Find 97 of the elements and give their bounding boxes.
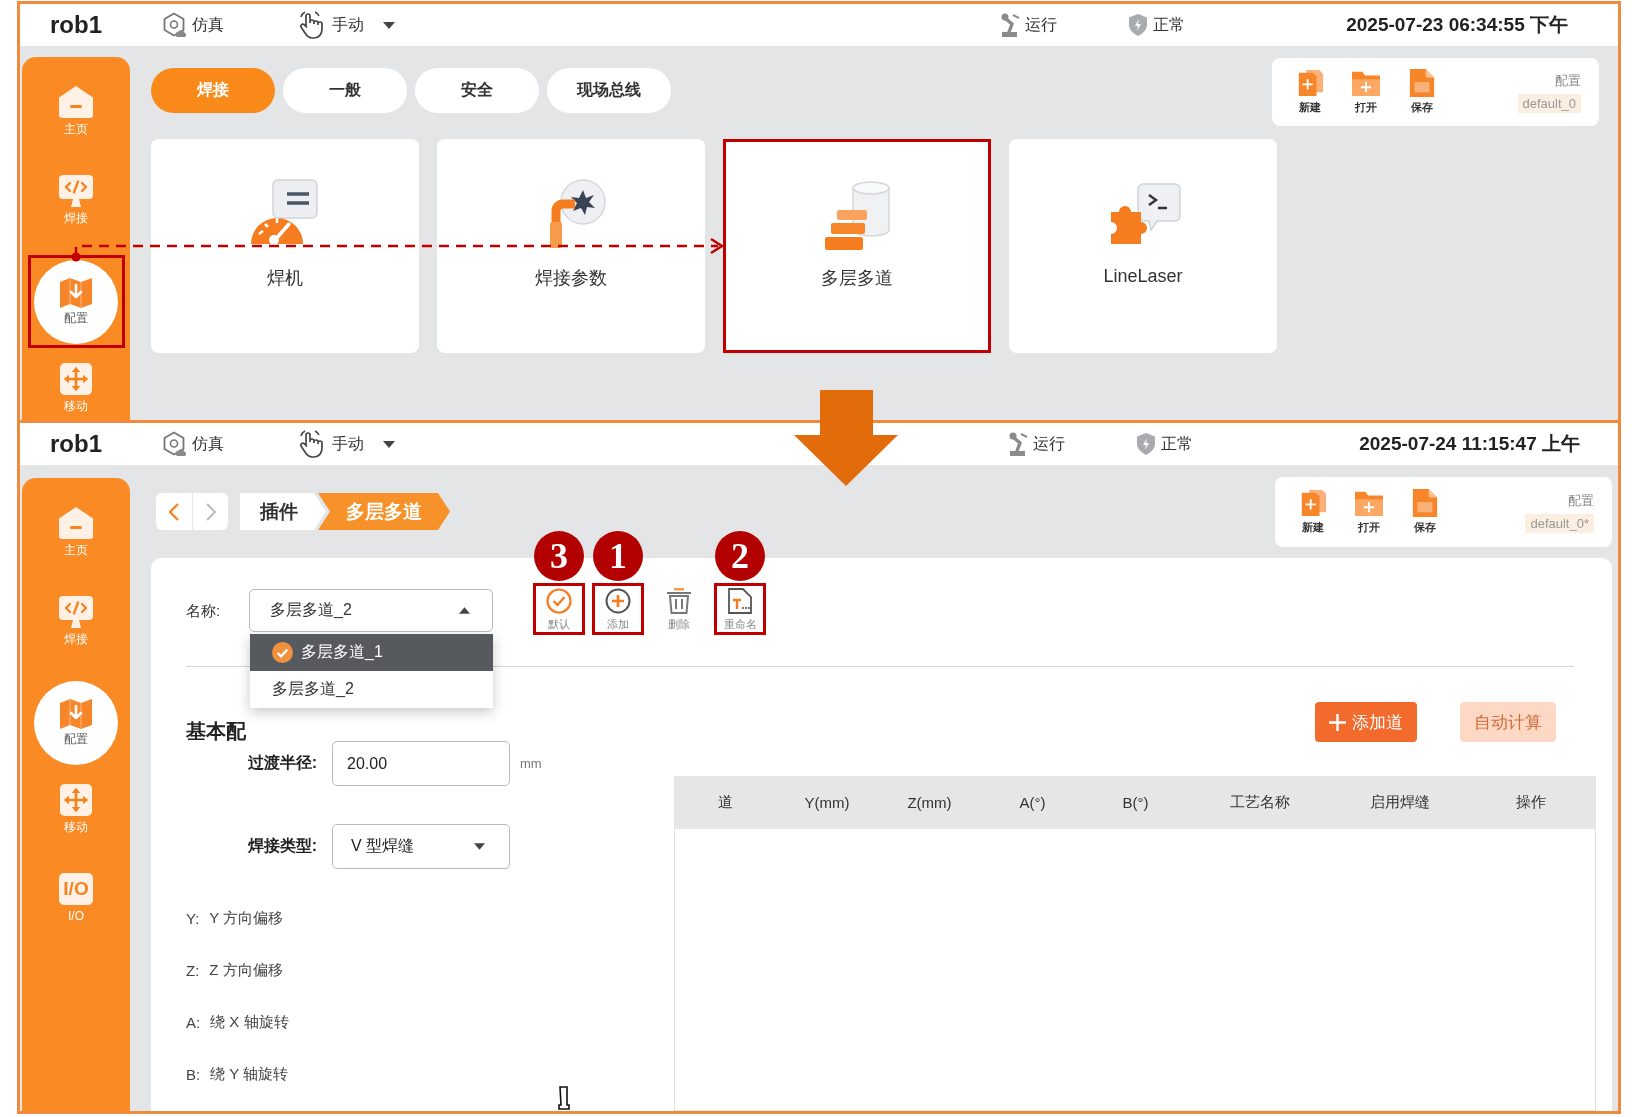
folder-plus-icon — [1355, 489, 1383, 517]
sim-mode-label: 仿真 — [192, 433, 224, 454]
tab[interactable]: 一般 — [283, 68, 407, 113]
tab[interactable]: 现场总线 — [547, 68, 671, 113]
folder-plus-icon — [1352, 69, 1380, 97]
field-label: 过渡半径: — [246, 753, 318, 773]
hexagon-icon — [162, 431, 186, 457]
house-icon — [59, 86, 93, 118]
legend-key: Y: — [186, 909, 200, 927]
step-number: 2 — [715, 531, 765, 581]
file-plus-icon — [1299, 489, 1327, 517]
chevron-right-icon — [205, 502, 216, 521]
text-document-icon — [727, 588, 753, 614]
column-header: B(°) — [1121, 794, 1150, 811]
trash-icon — [666, 588, 692, 614]
run-status: 运行 — [1025, 14, 1057, 35]
hexagon-icon — [162, 12, 186, 38]
column-header: 启用焊缝 — [1368, 793, 1431, 812]
caret-down-icon — [383, 440, 395, 448]
legend-key: B: — [186, 1065, 201, 1083]
action-button[interactable]: 添加 — [592, 583, 644, 635]
config-name: default_0 — [1517, 93, 1581, 113]
field-label: 名称: — [186, 601, 222, 621]
legend-text: 绕 X 轴旋转 — [210, 1012, 289, 1032]
shield-icon — [1129, 14, 1147, 36]
plugin-card[interactable]: 焊机 — [151, 139, 419, 353]
sidebar-item[interactable]: 配置 — [27, 255, 125, 348]
document-icon — [1408, 69, 1436, 97]
breadcrumb-item[interactable]: 插件 — [240, 493, 326, 530]
name-select[interactable]: 多层多道_2 — [249, 589, 493, 632]
robot-name: rob1 — [50, 430, 102, 458]
code-monitor-icon — [59, 596, 93, 628]
caret-up-icon — [459, 607, 470, 614]
field-label: 焊接类型: — [246, 836, 318, 856]
plugin-card[interactable]: 焊接参数 — [437, 139, 705, 353]
robot-name: rob1 — [50, 11, 102, 39]
safety-status: 正常 — [1161, 433, 1193, 454]
plugin-card[interactable]: LineLaser — [1009, 139, 1277, 353]
robot-arm-icon — [1000, 13, 1020, 37]
unit-label: mm — [520, 756, 542, 771]
io-tile: I/O — [59, 873, 93, 905]
column-header: 道 — [716, 793, 734, 812]
column-header: 工艺名称 — [1229, 793, 1291, 812]
input-field[interactable]: 20.00 — [332, 741, 510, 786]
run-status: 运行 — [1033, 433, 1065, 454]
column-header: Z(mm) — [906, 794, 953, 811]
back-button[interactable] — [156, 493, 192, 530]
manual-mode-dropdown[interactable]: 手动 — [297, 430, 395, 458]
plugin-card[interactable]: 多层多道 — [723, 139, 991, 353]
legend-text: Y 方向偏移 — [209, 908, 284, 928]
house-icon — [59, 507, 93, 539]
legend-text: 绕 Y 轴旋转 — [210, 1064, 289, 1084]
sim-mode-label: 仿真 — [192, 14, 224, 35]
caret-down-icon — [474, 843, 485, 850]
map-download-icon — [60, 699, 92, 729]
plus-circle-icon — [605, 588, 631, 614]
plus-icon — [1329, 713, 1346, 731]
chevron-left-icon — [169, 502, 179, 521]
move-arrows-icon — [59, 363, 93, 395]
safety-status: 正常 — [1153, 14, 1185, 35]
map-download-icon — [60, 278, 92, 308]
toolbar-button[interactable]: 打开 — [1341, 489, 1397, 535]
code-monitor-icon — [59, 175, 93, 207]
move-arrows-icon — [59, 784, 93, 816]
column-header: A(°) — [1018, 794, 1047, 811]
column-header: 操作 — [1515, 793, 1547, 812]
tab[interactable]: 安全 — [415, 68, 539, 113]
config-label: 配置 — [1568, 491, 1594, 510]
check-circle-icon — [546, 588, 572, 614]
dropdown-option[interactable]: 多层多道_1 — [250, 634, 493, 671]
toolbar-button[interactable]: 新建 — [1285, 489, 1341, 535]
toolbar-button[interactable]: 打开 — [1338, 69, 1394, 115]
config-label: 配置 — [1555, 71, 1581, 90]
legend-key: A: — [186, 1013, 201, 1031]
step-number: 3 — [534, 531, 584, 581]
check-circle-icon — [272, 642, 293, 663]
section-title: 基本配 — [186, 718, 246, 744]
toolbar-button[interactable]: 新建 — [1282, 69, 1338, 115]
dropdown-option[interactable]: 多层多道_2 — [250, 671, 493, 708]
datetime: 2025-07-23 06:34:55 下午 — [1346, 13, 1568, 37]
column-header: Y(mm) — [803, 794, 851, 811]
toolbar-button[interactable]: 保存 — [1397, 489, 1453, 535]
datetime: 2025-07-24 11:15:47 上午 — [1359, 432, 1580, 456]
robot-arm-icon — [1008, 432, 1028, 456]
document-icon — [1411, 489, 1439, 517]
weld-type-select[interactable]: V 型焊缝 — [332, 824, 510, 869]
manual-mode-dropdown[interactable]: 手动 — [297, 11, 395, 39]
action-button[interactable]: 默认 — [533, 583, 585, 635]
config-name: default_0* — [1525, 513, 1594, 533]
step-number: 1 — [593, 531, 643, 581]
toolbar-button[interactable]: 保存 — [1394, 69, 1450, 115]
file-plus-icon — [1296, 69, 1324, 97]
legend-key: Z: — [186, 961, 200, 979]
caret-down-icon — [383, 21, 395, 29]
legend-text: Z 方向偏移 — [209, 960, 283, 980]
action-button[interactable]: 重命名 — [714, 583, 766, 635]
shield-icon — [1137, 433, 1155, 455]
